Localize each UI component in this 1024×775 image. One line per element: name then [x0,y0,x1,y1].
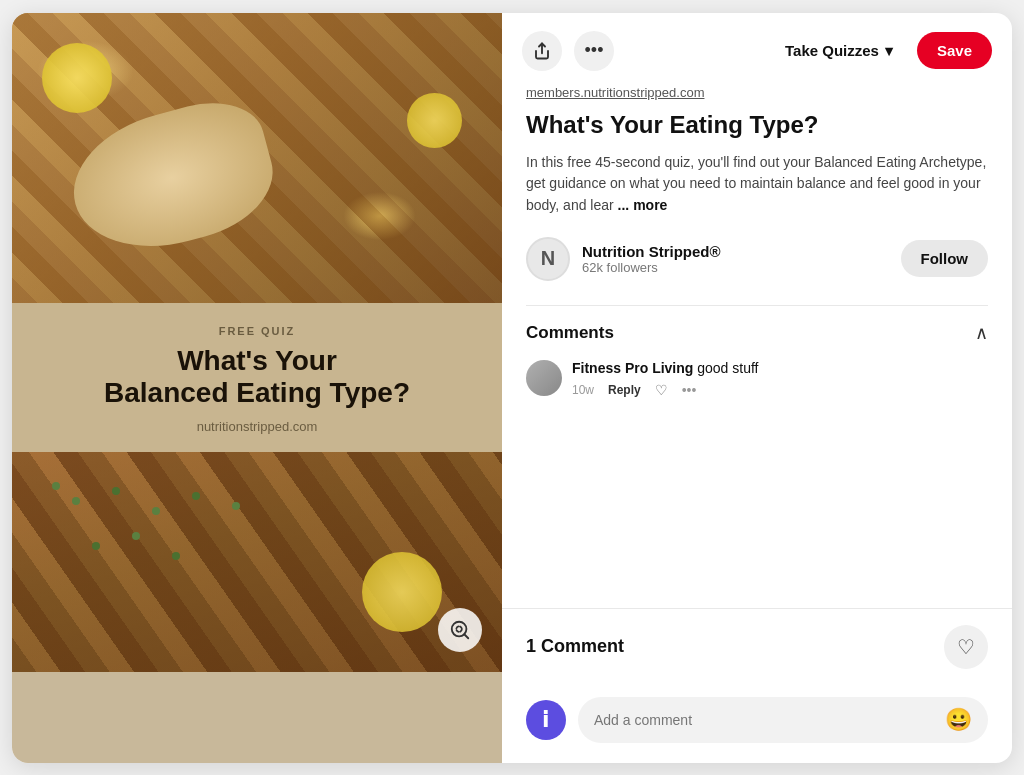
chevron-down-icon: ▾ [885,42,893,60]
like-button[interactable]: ♡ [944,625,988,669]
right-panel: ••• Take Quizzes ▾ Save members.nutritio… [502,13,1012,763]
comment-like-button[interactable]: ♡ [655,382,668,398]
comments-section: Comments ∧ Fitness Pro Living good stuff [526,305,988,398]
comment-avatar-image [526,360,562,396]
banner-title: What's YourBalanced Eating Type? [32,345,482,409]
bottom-bar: 1 Comment ♡ [502,608,1012,685]
food-visual-top [12,13,502,303]
take-quizzes-button[interactable]: Take Quizzes ▾ [773,34,905,68]
image-bottom [12,452,502,672]
author-row: N Nutrition Stripped® 62k followers Foll… [526,237,988,281]
left-panel: FREE QUIZ What's YourBalanced Eating Typ… [12,13,502,763]
comments-title: Comments [526,323,614,343]
save-button[interactable]: Save [917,32,992,69]
comment-actions: 10w Reply ♡ ••• [572,382,988,398]
comments-header: Comments ∧ [526,322,988,344]
current-user-avatar: 𝗶 [526,700,566,740]
author-info: Nutrition Stripped® 62k followers [582,243,889,275]
comment-text: Fitness Pro Living good stuff [572,360,988,376]
comment-input-wrap[interactable]: 😀 [578,697,988,743]
banner-subtitle: FREE QUIZ [32,325,482,337]
comment-input[interactable] [594,712,945,728]
comment-author-name: Fitness Pro Living [572,360,697,376]
comment-body: Fitness Pro Living good stuff 10w Reply … [572,360,988,398]
image-top [12,13,502,303]
more-link[interactable]: ... more [618,197,668,213]
add-comment-row: 𝗶 😀 [502,685,1012,763]
comment-count: 1 Comment [526,636,928,657]
visual-search-button[interactable] [438,608,482,652]
more-icon: ••• [585,40,604,61]
middle-banner: FREE QUIZ What's YourBalanced Eating Typ… [12,303,502,452]
banner-url: nutritionstripped.com [32,419,482,434]
comment-content: good stuff [697,360,758,376]
description-text: In this free 45-second quiz, you'll find… [526,154,986,213]
emoji-icon: 😀 [945,707,972,732]
comment-more-button[interactable]: ••• [682,382,697,398]
heart-icon: ♡ [957,635,975,659]
follow-button[interactable]: Follow [901,240,989,277]
pin-description: In this free 45-second quiz, you'll find… [526,152,988,217]
source-link[interactable]: members.nutritionstripped.com [526,85,988,100]
lemon-left [42,43,112,113]
avatar-initial: N [541,247,555,270]
author-followers: 62k followers [582,260,889,275]
share-button[interactable] [522,31,562,71]
main-card: FREE QUIZ What's YourBalanced Eating Typ… [12,13,1012,763]
comment-avatar [526,360,562,396]
lemon-right [407,93,462,148]
comment-time: 10w [572,383,594,397]
reply-button[interactable]: Reply [608,383,641,397]
lemon-bottom [362,552,442,632]
avatar-letter: 𝗶 [542,707,550,733]
comment-item: Fitness Pro Living good stuff 10w Reply … [526,360,988,398]
svg-line-1 [464,634,468,638]
author-name: Nutrition Stripped® [582,243,889,260]
collapse-comments-button[interactable]: ∧ [975,322,988,344]
pin-title: What's Your Eating Type? [526,110,988,140]
svg-point-2 [456,626,462,632]
emoji-button[interactable]: 😀 [945,707,972,733]
top-bar: ••• Take Quizzes ▾ Save [502,13,1012,85]
author-avatar: N [526,237,570,281]
more-options-button[interactable]: ••• [574,31,614,71]
chevron-up-icon: ∧ [975,323,988,343]
take-quizzes-label: Take Quizzes [785,42,879,59]
pin-content: members.nutritionstripped.com What's You… [502,85,1012,608]
herb-dots [52,482,60,490]
